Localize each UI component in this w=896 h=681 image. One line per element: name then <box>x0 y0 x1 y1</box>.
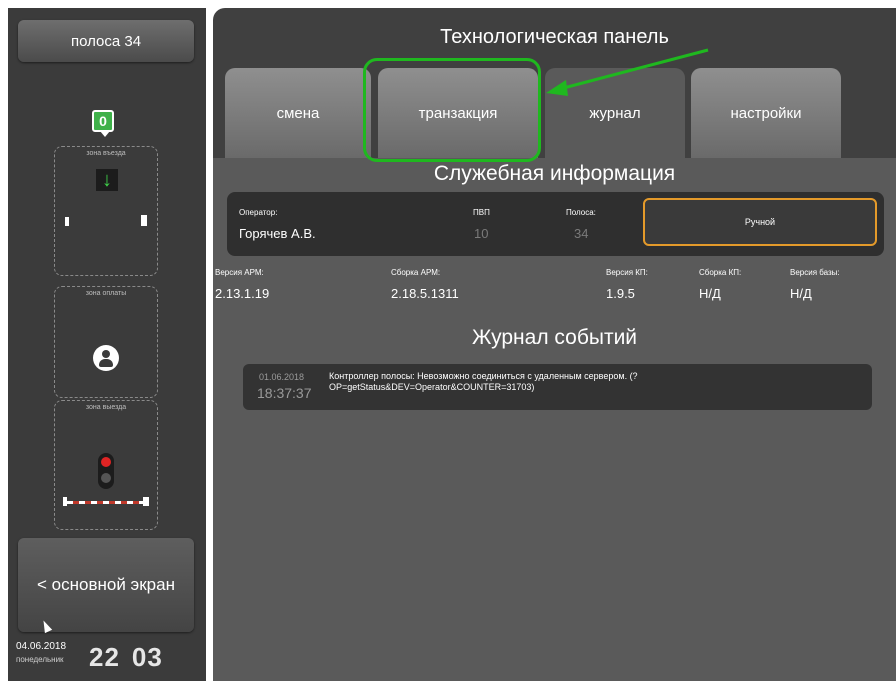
sidebar: полоса 34 0 зона въезда ↓ зона оплаты зо… <box>8 8 206 681</box>
pvp-label: ПВП <box>473 208 490 217</box>
barrier-post-icon <box>65 217 69 226</box>
version-kp-value: 1.9.5 <box>606 286 635 301</box>
version-arm-label: Версия АРМ: <box>215 268 264 277</box>
service-info-bar: Оператор: Горячев А.В. ПВП 10 Полоса: 34… <box>227 192 884 256</box>
lane-button[interactable]: полоса 34 <box>18 20 194 62</box>
barrier-post-icon <box>141 215 147 226</box>
clock-minutes: 03 <box>131 642 163 672</box>
mode-indicator[interactable]: Ручной <box>643 198 877 246</box>
tab-label: журнал <box>589 104 641 122</box>
build-kp-value: Н/Д <box>699 286 721 301</box>
zone-exit-label: зона выезда <box>85 404 127 411</box>
panel-title: Технологическая панель <box>440 26 669 48</box>
zone-payment: зона оплаты <box>54 286 158 398</box>
lane-value: 34 <box>574 226 589 241</box>
main-screen-button[interactable]: < основной экран <box>18 538 194 632</box>
barrier-arm-icon <box>67 501 145 504</box>
weekday-text: понедельник <box>16 655 64 664</box>
journal-content: Служебная информация Оператор: Горячев А… <box>213 158 896 681</box>
log-entry-time: 18:37:37 <box>257 385 312 401</box>
log-entry-text: Контроллер полосы: Невозможно соединитьс… <box>329 371 638 392</box>
date-text: 04.06.2018 <box>16 641 67 652</box>
tab-label: смена <box>276 104 320 122</box>
annotation-highlight-box <box>363 58 541 162</box>
clock: 22 03 <box>89 642 163 673</box>
build-arm-label: Сборка АРМ: <box>391 268 441 277</box>
version-arm-value: 2.13.1.19 <box>215 286 270 301</box>
tab-label: настройки <box>730 104 802 122</box>
journal-title: Журнал событий <box>471 326 638 349</box>
operator-label: Оператор: <box>239 208 278 217</box>
zone-entry: зона въезда ↓ <box>54 146 158 276</box>
mode-value: Ручной <box>744 217 776 227</box>
pvp-value: 10 <box>474 226 489 241</box>
version-db-value: Н/Д <box>790 286 812 301</box>
lane-button-label: полоса 34 <box>70 32 142 50</box>
build-arm-value: 2.18.5.1311 <box>391 286 459 301</box>
zone-exit: зона выезда <box>54 400 158 530</box>
log-entry[interactable]: 01.06.2018 18:37:37 Контроллер полосы: Н… <box>243 364 872 410</box>
tech-panel: Технологическая панель смена транзакция … <box>213 8 896 681</box>
entry-arrow-icon: ↓ <box>96 169 118 191</box>
tab-settings[interactable]: настройки <box>691 68 841 158</box>
date-display: 04.06.2018 понедельник <box>16 640 66 666</box>
operator-value: Горячев А.В. <box>239 226 316 241</box>
barrier-post-icon <box>143 497 149 506</box>
clock-hours: 22 <box>89 642 120 672</box>
version-kp-label: Версия КП: <box>606 268 648 277</box>
zone-payment-label: зона оплаты <box>85 290 127 297</box>
build-kp-label: Сборка КП: <box>699 268 742 277</box>
zone-entry-label: зона въезда <box>86 150 126 157</box>
log-entry-date: 01.06.2018 <box>259 372 305 382</box>
operator-person-icon <box>93 345 119 371</box>
version-db-label: Версия базы: <box>790 268 840 277</box>
vehicle-counter-badge: 0 <box>92 110 114 137</box>
main-screen-button-label: < основной экран <box>37 575 175 594</box>
tab-journal[interactable]: журнал <box>545 68 685 158</box>
traffic-light-icon <box>98 453 114 489</box>
lane-label: Полоса: <box>566 208 596 217</box>
service-info-title: Служебная информация <box>433 162 676 185</box>
counter-value: 0 <box>99 113 107 129</box>
tab-shift[interactable]: смена <box>225 68 371 158</box>
